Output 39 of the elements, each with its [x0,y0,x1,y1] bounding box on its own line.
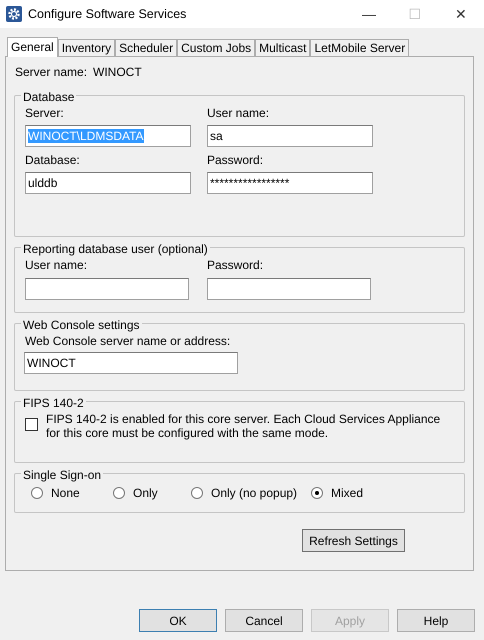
radio-button[interactable] [311,487,323,499]
field-label: Password: [207,257,264,274]
radio-label: Mixed [331,485,364,502]
refresh-button[interactable]: Refresh Settings [302,529,405,552]
field-label: Web Console server name or address: [25,333,232,350]
dialog-button[interactable]: Help [397,609,475,632]
tab[interactable]: Scheduler [115,39,178,56]
dialog-button[interactable]: Cancel [225,609,303,632]
radio-label: None [51,485,80,502]
radio-label: Only [133,485,158,502]
checkbox[interactable] [25,418,38,431]
tab[interactable]: General [7,37,58,57]
radio-button[interactable] [31,487,43,499]
dialog-button[interactable]: OK [139,609,217,632]
window-title: Configure Software Services [28,6,186,23]
field-label: User name: [207,105,270,122]
tab[interactable]: Multicast [255,39,310,56]
minimize-button[interactable]: — [346,4,392,24]
radio-button[interactable] [191,487,203,499]
input-field[interactable]: sa [207,125,373,147]
field-label: Password: [207,152,264,169]
input-field[interactable] [207,278,371,300]
input-field[interactable]: ulddb [25,172,191,194]
field-label: Server: [25,105,65,122]
radio-label: Only (no popup) [211,485,298,502]
server-name-value: WINOCT [93,64,142,81]
field-label: Database: [25,152,81,169]
tab[interactable]: LetMobile Server [310,39,410,56]
tab[interactable]: Custom Jobs [177,39,256,56]
gear-icon [6,6,22,22]
field-label: Server name: [15,64,88,81]
input-field[interactable] [25,278,189,300]
close-button[interactable]: ✕ [438,4,484,24]
radio-button[interactable] [113,487,125,499]
checkbox-label: FIPS 140-2 is enabled for this core server. Each Cloud Services Appliance for this core must be configured with the same mode. [46,412,442,440]
field-label: User name: [25,257,88,274]
tab[interactable]: Inventory [58,39,116,56]
input-field[interactable]: WINOCT [24,352,238,374]
input-field[interactable]: ***************** [207,172,373,194]
